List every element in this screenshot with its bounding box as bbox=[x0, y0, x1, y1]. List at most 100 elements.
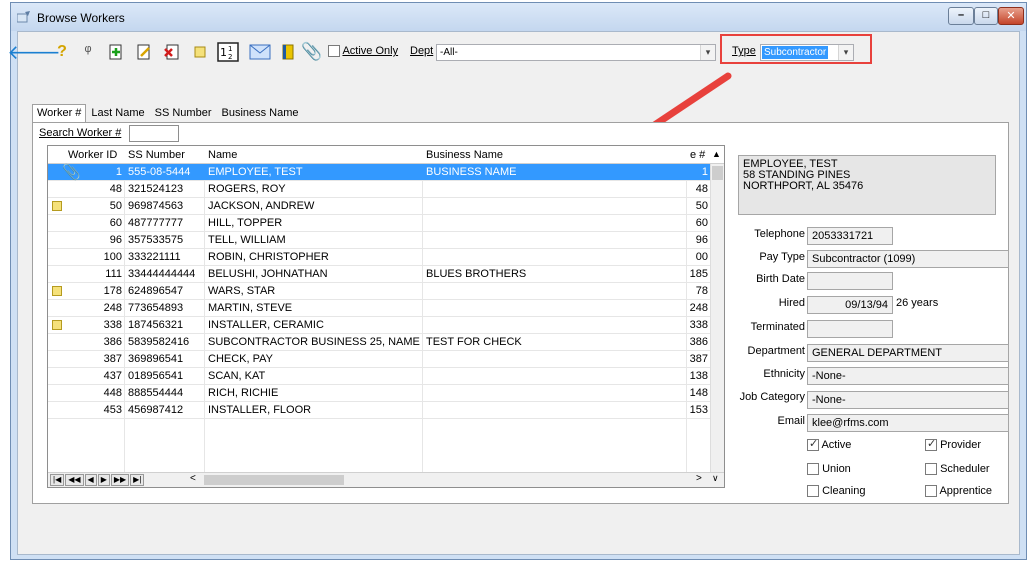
paytype-field[interactable]: Subcontractor (1099) bbox=[807, 250, 1009, 268]
tab-business-name[interactable]: Business Name bbox=[216, 104, 303, 122]
active-only-checkbox[interactable]: Active Only bbox=[328, 45, 398, 58]
table-row[interactable]: 96 357533575 TELL, WILLIAM 96 bbox=[48, 232, 718, 249]
apprentice-check-box[interactable] bbox=[925, 485, 937, 498]
scrollbar-thumb[interactable] bbox=[712, 166, 723, 180]
title-bar[interactable]: Browse Workers – □ ✕ bbox=[11, 3, 1026, 31]
table-row[interactable]: 111 33444444444 BELUSHI, JOHNATHAN BLUES BR… bbox=[48, 266, 718, 283]
minimize-icon: – bbox=[957, 9, 965, 21]
table-row[interactable]: 60 487777777 HILL, TOPPER 60 bbox=[48, 215, 718, 232]
cell-ss-number: 333221111 bbox=[128, 251, 181, 263]
type-value: Subcontractor bbox=[762, 46, 829, 59]
telephone-field[interactable]: 2053331721 bbox=[807, 227, 893, 245]
provider-checkbox[interactable]: Provider bbox=[925, 437, 981, 452]
chevron-down-icon[interactable]: ▾ bbox=[700, 45, 715, 60]
dept-dropdown[interactable]: -All- ▾ bbox=[436, 44, 716, 61]
cell-worker-id: 338 bbox=[103, 319, 122, 331]
table-row[interactable]: 100 333221111 ROBIN, CHRISTOPHER 00 bbox=[48, 249, 718, 266]
active-only-box[interactable] bbox=[328, 45, 340, 58]
scroll-up-icon[interactable]: ▲ bbox=[712, 149, 721, 159]
sort-order-icon[interactable]: 112 bbox=[216, 42, 240, 62]
first-record-icon[interactable]: |◀ bbox=[50, 474, 65, 486]
active-check-box[interactable] bbox=[807, 437, 819, 452]
close-button[interactable]: ✕ bbox=[998, 7, 1024, 25]
table-row[interactable]: 📎 1 555-08-5444 EMPLOYEE, TEST BUSINESS NAME… bbox=[48, 164, 718, 181]
help-icon[interactable]: ? bbox=[52, 42, 72, 62]
table-row[interactable]: 178 624896547 WARS, STAR 78 bbox=[48, 283, 718, 300]
ethnicity-field[interactable]: -None- bbox=[807, 367, 1009, 385]
cell-extra: 386 bbox=[689, 336, 708, 348]
birthdate-field[interactable] bbox=[807, 272, 893, 290]
table-row[interactable]: 386 5839582416 SUBCONTRACTOR BUSINESS 25, … bbox=[48, 334, 718, 351]
chevron-down-icon[interactable]: ▾ bbox=[838, 45, 853, 60]
delete-worker-icon[interactable] bbox=[162, 42, 182, 62]
maximize-button[interactable]: □ bbox=[974, 7, 998, 25]
type-dropdown[interactable]: Subcontractor ▾ bbox=[760, 44, 854, 61]
record-navigator: |◀ ◀◀ ◀ ▶ ▶▶ ▶| bbox=[50, 474, 145, 486]
union-checkbox[interactable]: Union bbox=[807, 463, 851, 476]
attachment-icon[interactable]: 📎 bbox=[301, 42, 322, 62]
tools-icon[interactable]: ᵠ bbox=[78, 42, 98, 62]
col-ss-number[interactable]: SS Number bbox=[128, 149, 185, 161]
last-record-icon[interactable]: ▶| bbox=[130, 474, 145, 486]
workers-grid: Worker ID SS Number Name Business Name e… bbox=[47, 145, 725, 488]
minimize-button[interactable]: – bbox=[948, 7, 974, 25]
next-page-icon[interactable]: ▶▶ bbox=[110, 474, 130, 486]
table-row[interactable]: 248 773654893 MARTIN, STEVE 248 bbox=[48, 300, 718, 317]
cell-ss-number: 888554444 bbox=[128, 387, 184, 399]
tab-ss-number[interactable]: SS Number bbox=[150, 104, 217, 122]
book-icon[interactable] bbox=[278, 42, 298, 62]
table-row[interactable]: 387 369896541 CHECK, PAY 387 bbox=[48, 351, 718, 368]
next-record-icon[interactable]: ▶ bbox=[97, 474, 110, 486]
table-row[interactable]: 50 969874563 JACKSON, ANDREW 50 bbox=[48, 198, 718, 215]
table-row[interactable]: 453 456987412 INSTALLER, FLOOR 153 bbox=[48, 402, 718, 419]
window-title: Browse Workers bbox=[37, 11, 125, 25]
email-field[interactable]: klee@rfms.com bbox=[807, 414, 1009, 432]
notes-icon[interactable] bbox=[190, 42, 210, 62]
table-row[interactable]: 338 187456321 INSTALLER, CERAMIC 338 bbox=[48, 317, 718, 334]
tab-worker-number[interactable]: Worker # bbox=[32, 104, 87, 122]
department-field[interactable]: GENERAL DEPARTMENT bbox=[807, 344, 1009, 362]
search-input[interactable] bbox=[129, 125, 179, 142]
jobcat-field[interactable]: -None- bbox=[807, 391, 1009, 409]
cell-extra: 78 bbox=[695, 285, 708, 297]
add-worker-icon[interactable] bbox=[106, 42, 126, 62]
terminated-field[interactable] bbox=[807, 320, 893, 338]
scroll-left-icon[interactable]: < bbox=[190, 473, 196, 484]
cell-ss-number: 357533575 bbox=[128, 234, 184, 246]
note-icon bbox=[52, 286, 62, 296]
cleaning-check-box[interactable] bbox=[807, 485, 819, 498]
hired-field[interactable]: 09/13/94 bbox=[807, 296, 893, 314]
dept-label: Dept bbox=[410, 45, 434, 57]
cell-extra: 387 bbox=[689, 353, 708, 365]
back-arrow-icon[interactable]: 🡐 bbox=[7, 42, 61, 64]
edit-worker-icon[interactable] bbox=[134, 42, 154, 62]
tab-last-name[interactable]: Last Name bbox=[86, 104, 149, 122]
cell-worker-id: 386 bbox=[103, 336, 122, 348]
scheduler-check-box[interactable] bbox=[925, 463, 937, 476]
col-name[interactable]: Name bbox=[208, 149, 237, 161]
cell-ss-number: 018956541 bbox=[128, 370, 184, 382]
table-row[interactable]: 448 888554444 RICH, RICHIE 148 bbox=[48, 385, 718, 402]
union-check-box[interactable] bbox=[807, 463, 819, 476]
active-checkbox[interactable]: Active bbox=[807, 437, 851, 452]
cleaning-checkbox[interactable]: Cleaning bbox=[807, 485, 865, 498]
vertical-scrollbar[interactable] bbox=[710, 164, 724, 472]
prev-record-icon[interactable]: ◀ bbox=[84, 474, 97, 486]
prev-page-icon[interactable]: ◀◀ bbox=[65, 474, 84, 486]
apprentice-checkbox[interactable]: Apprentice bbox=[925, 485, 992, 498]
col-extra[interactable]: e # bbox=[690, 149, 705, 161]
table-row[interactable]: 437 018956541 SCAN, KAT 138 bbox=[48, 368, 718, 385]
col-worker-id[interactable]: Worker ID bbox=[68, 149, 117, 161]
scheduler-check-label: Scheduler bbox=[940, 463, 990, 475]
scheduler-checkbox[interactable]: Scheduler bbox=[925, 463, 990, 476]
table-row[interactable]: 48 321524123 ROGERS, ROY 48 bbox=[48, 181, 718, 198]
scroll-right-icon[interactable]: > bbox=[696, 473, 702, 484]
scroll-down-icon[interactable]: ∨ bbox=[712, 473, 719, 484]
email-icon[interactable] bbox=[248, 42, 272, 62]
provider-check-box[interactable] bbox=[925, 437, 937, 452]
horizontal-scrollbar-thumb[interactable] bbox=[204, 475, 344, 485]
birthdate-label: Birth Date bbox=[756, 273, 805, 285]
col-business-name[interactable]: Business Name bbox=[426, 149, 503, 161]
cell-name: TELL, WILLIAM bbox=[208, 234, 286, 246]
toolbar: 🡐 ? ᵠ 112 📎 Active Only Dept -All- ▾ Typ… bbox=[7, 32, 1019, 70]
